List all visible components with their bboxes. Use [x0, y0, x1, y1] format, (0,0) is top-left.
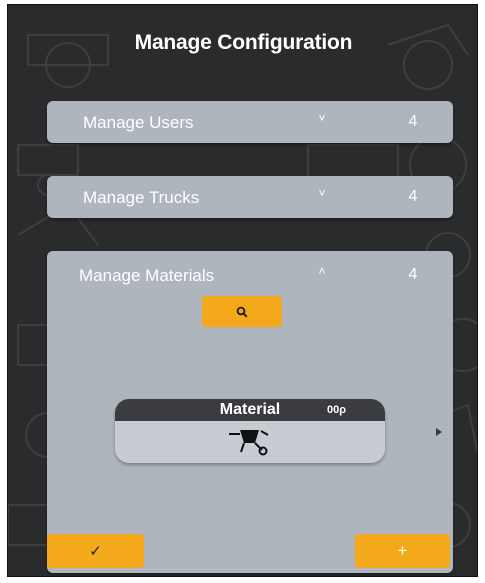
confirm-button[interactable]: ✓ — [47, 534, 144, 568]
page-title: Manage Configuration — [134, 31, 353, 54]
panel-manage-materials: Manage Materials ˄ 4 Material 00ρ ✓ + — [47, 251, 453, 573]
panel-header-trucks[interactable]: Manage Trucks ˅ 4 — [47, 176, 453, 218]
chevron-up-icon[interactable]: ˄ — [315, 264, 329, 284]
material-card-header: Material 00ρ — [115, 399, 385, 421]
panel-header-materials[interactable]: Manage Materials ˄ 4 — [47, 251, 453, 293]
panel-manage-trucks: Manage Trucks ˅ 4 — [47, 176, 453, 218]
search-icon — [236, 306, 248, 318]
panel-label-materials: Manage Materials — [79, 266, 215, 285]
panel-header-users[interactable]: Manage Users ˅ 4 — [47, 101, 453, 143]
add-button[interactable]: + — [355, 534, 450, 568]
chevron-down-icon[interactable]: ˅ — [315, 186, 329, 206]
search-button[interactable] — [202, 296, 282, 327]
next-arrow-icon[interactable] — [435, 427, 443, 437]
panel-manage-users: Manage Users ˅ 4 — [47, 101, 453, 143]
panel-label-trucks: Manage Trucks — [83, 188, 200, 207]
count-users: 4 — [408, 113, 418, 130]
count-trucks: 4 — [408, 188, 418, 205]
wheelbarrow-icon — [229, 430, 269, 456]
material-card-code: 00ρ — [327, 404, 347, 416]
panel-label-users: Manage Users — [83, 113, 194, 132]
chevron-down-icon[interactable]: ˅ — [315, 111, 329, 131]
config-screen: Manage Configuration Manage Users ˅ 4 Ma… — [7, 4, 478, 577]
count-materials: 4 — [408, 266, 418, 283]
material-card[interactable]: Material 00ρ — [115, 399, 385, 463]
